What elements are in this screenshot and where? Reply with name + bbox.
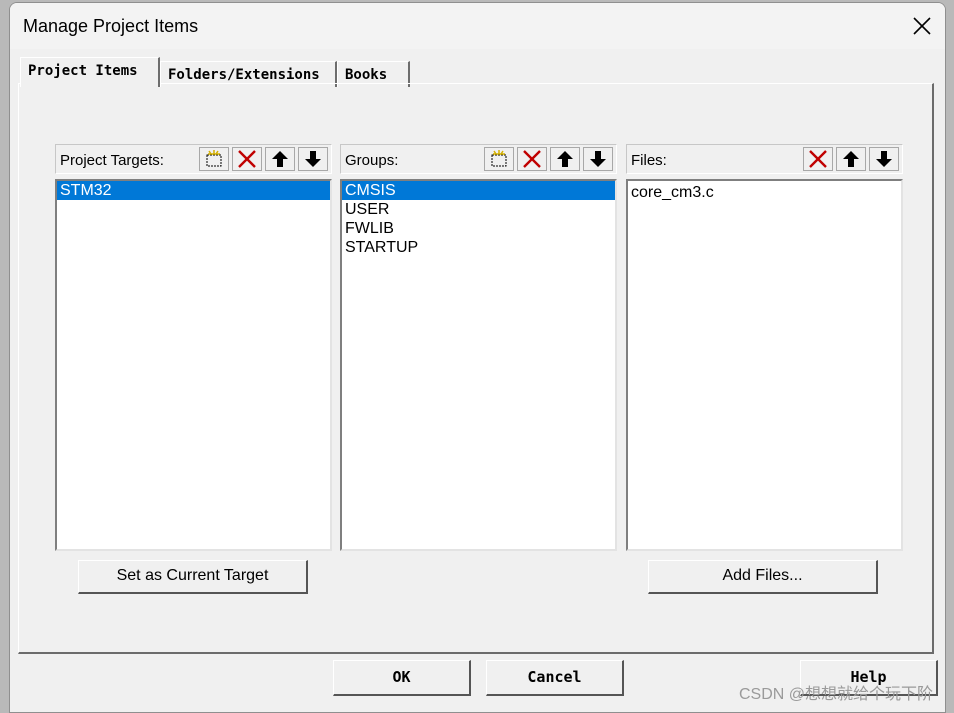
new-target-button[interactable] <box>199 147 229 171</box>
move-down-icon <box>590 151 606 167</box>
set-as-current-target-button[interactable]: Set as Current Target <box>78 560 308 594</box>
ok-button[interactable]: OK <box>333 660 471 696</box>
list-item-startup[interactable]: STARTUP <box>342 238 615 257</box>
move-group-up-button[interactable] <box>550 147 580 171</box>
add-files-button[interactable]: Add Files... <box>648 560 878 594</box>
move-target-up-button[interactable] <box>265 147 295 171</box>
new-group-button[interactable] <box>484 147 514 171</box>
targets-header: Project Targets: <box>55 144 332 174</box>
delete-icon <box>238 150 256 168</box>
window-title: Manage Project Items <box>23 16 199 36</box>
delete-file-button[interactable] <box>803 147 833 171</box>
tab-project-items[interactable]: Project Items <box>20 57 160 87</box>
delete-icon <box>523 150 541 168</box>
list-item-cmsis[interactable]: CMSIS <box>342 181 615 200</box>
list-item-core-cm3[interactable]: core_cm3.c <box>628 181 901 202</box>
move-target-down-button[interactable] <box>298 147 328 171</box>
cancel-button[interactable]: Cancel <box>486 660 624 696</box>
files-header: Files: <box>626 144 903 174</box>
tab-project-items-label: Project Items <box>28 63 138 79</box>
tab-books-label: Books <box>345 67 388 83</box>
list-item-user[interactable]: USER <box>342 200 615 219</box>
groups-label: Groups: <box>345 152 399 169</box>
tab-folders-extensions-label: Folders/Extensions <box>168 67 320 83</box>
move-up-icon <box>843 151 859 167</box>
title-bar: Manage Project Items <box>10 3 945 49</box>
groups-list[interactable]: CMSIS USER FWLIB STARTUP <box>340 179 617 551</box>
new-item-icon <box>206 150 222 167</box>
move-up-icon <box>557 151 573 167</box>
files-label: Files: <box>631 152 667 169</box>
delete-group-button[interactable] <box>517 147 547 171</box>
move-file-down-button[interactable] <box>869 147 899 171</box>
watermark: CSDN @想想就给个玩下阶 <box>738 686 933 703</box>
close-button[interactable] <box>907 11 937 41</box>
targets-list[interactable]: STM32 <box>55 179 332 551</box>
move-down-icon <box>876 151 892 167</box>
delete-icon <box>809 150 827 168</box>
move-group-down-button[interactable] <box>583 147 613 171</box>
groups-header: Groups: <box>340 144 617 174</box>
delete-target-button[interactable] <box>232 147 262 171</box>
manage-project-items-dialog: Manage Project Items Project Items Folde… <box>9 2 946 713</box>
close-icon <box>913 17 931 35</box>
move-down-icon <box>305 151 321 167</box>
new-item-icon <box>491 150 507 167</box>
files-list[interactable]: core_cm3.c <box>626 179 903 551</box>
list-item-stm32[interactable]: STM32 <box>57 181 330 200</box>
targets-label: Project Targets: <box>60 152 164 169</box>
move-up-icon <box>272 151 288 167</box>
list-item-fwlib[interactable]: FWLIB <box>342 219 615 238</box>
move-file-up-button[interactable] <box>836 147 866 171</box>
